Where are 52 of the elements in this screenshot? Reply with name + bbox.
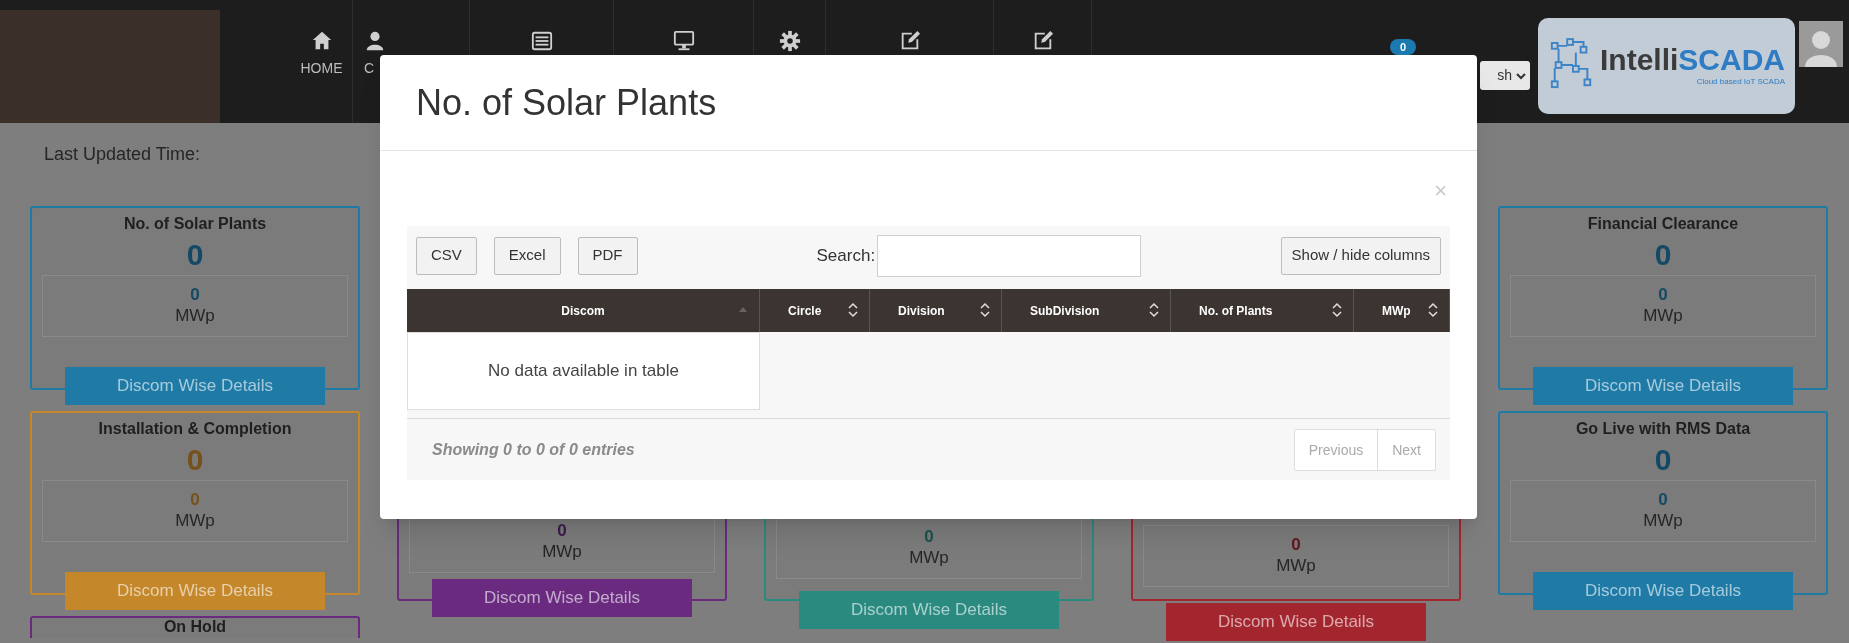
card-title: Go Live with RMS Data xyxy=(1575,420,1751,438)
export-button[interactable]: PDF xyxy=(577,236,638,275)
brand-tagline: Cloud based IoT SCADA xyxy=(1696,76,1785,88)
notification-badge: 0 xyxy=(1389,39,1416,55)
card-count: 0 xyxy=(186,442,204,478)
details-button[interactable]: Discom Wise Details xyxy=(432,579,692,617)
column-header[interactable]: MWp xyxy=(1354,289,1450,332)
modal-title: No. of Solar Plants xyxy=(416,83,718,123)
search-field[interactable] xyxy=(877,234,1142,277)
mwp-unit: MWp xyxy=(1643,305,1683,327)
search-label: Search: xyxy=(816,244,876,267)
mwp-value: 0 xyxy=(924,527,934,547)
card-count: 0 xyxy=(1654,442,1672,478)
brand-wordmark: IntelliSCADA xyxy=(1600,44,1785,76)
mwp-value: 0 xyxy=(190,490,200,510)
column-header[interactable]: SubDivision xyxy=(1002,289,1171,332)
language-select[interactable]: sh xyxy=(1480,61,1530,90)
mwp-value: 0 xyxy=(190,285,200,305)
card-title: No. of Solar Plants xyxy=(123,215,267,233)
mwp-unit: MWp xyxy=(175,510,215,532)
settings-icon xyxy=(778,30,801,52)
mwp-value: 0 xyxy=(1658,490,1668,510)
chevron-down-icon xyxy=(1516,71,1526,80)
list-window-icon xyxy=(530,30,553,52)
card-title: Financial Clearance xyxy=(1587,215,1739,233)
column-header[interactable]: Circle xyxy=(760,289,870,332)
mwp-unit: MWp xyxy=(175,305,215,327)
avatar[interactable] xyxy=(1799,21,1843,67)
mwp-value: 0 xyxy=(1291,535,1301,555)
last-updated-label: Last Updated Time: xyxy=(44,144,201,164)
user-icon xyxy=(364,30,386,52)
mwp-unit: MWp xyxy=(1276,555,1316,577)
mwp-unit: MWp xyxy=(542,541,582,563)
card-title: Installation & Completion xyxy=(98,420,292,438)
empty-table-message: No data available in table xyxy=(488,360,679,383)
card-count: 0 xyxy=(186,237,204,273)
column-header[interactable]: No. of Plants xyxy=(1171,289,1354,332)
house-icon xyxy=(310,30,333,52)
monitor-icon xyxy=(672,30,695,52)
export-button[interactable]: Excel xyxy=(493,236,561,275)
mwp-unit: MWp xyxy=(909,547,949,569)
show-hide-columns-button[interactable]: Show / hide columns xyxy=(1280,236,1441,275)
card-count: 0 xyxy=(1654,237,1672,273)
mwp-value: 0 xyxy=(557,521,567,541)
details-button[interactable]: Discom Wise Details xyxy=(1166,603,1426,641)
export-button[interactable]: CSV xyxy=(416,236,477,275)
mwp-unit: MWp xyxy=(1643,510,1683,532)
mwp-value: 0 xyxy=(1658,285,1668,305)
entries-info: Showing 0 to 0 of 0 entries xyxy=(432,440,635,460)
nav-item[interactable]: HOME xyxy=(291,0,353,123)
card-title: On Hold xyxy=(163,618,227,636)
column-header[interactable]: Division xyxy=(870,289,1002,332)
